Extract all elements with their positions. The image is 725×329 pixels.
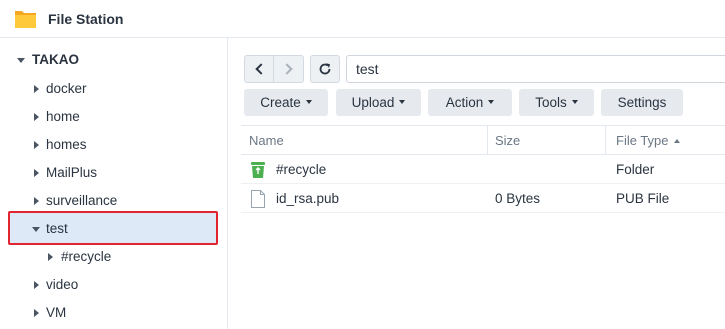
tree-item-test[interactable]: test	[0, 215, 228, 243]
sort-ascending-icon	[673, 138, 680, 143]
tree-item-label: homes	[46, 137, 87, 152]
tree-root-label: TAKAO	[32, 52, 79, 67]
file-station-icon	[15, 11, 36, 28]
refresh-button[interactable]	[310, 55, 340, 83]
expand-arrow-icon[interactable]	[16, 46, 26, 74]
action-button[interactable]: Action	[428, 89, 512, 116]
tree-item-label: home	[46, 109, 80, 124]
file-name: id_rsa.pub	[276, 191, 340, 206]
tree-item-vm[interactable]: VM	[0, 299, 228, 327]
collapse-arrow-icon[interactable]	[31, 103, 41, 131]
collapse-arrow-icon[interactable]	[45, 243, 55, 271]
tree-item-mailplus[interactable]: MailPlus	[0, 159, 228, 187]
back-button[interactable]	[244, 55, 274, 83]
caret-down-icon	[488, 100, 495, 105]
tree-item-label: test	[46, 221, 68, 236]
column-file-type[interactable]: File Type	[608, 126, 725, 155]
create-button-label: Create	[260, 95, 301, 110]
file-type: PUB File	[616, 191, 670, 206]
upload-button[interactable]: Upload	[336, 89, 421, 116]
tree-item-home[interactable]: home	[0, 103, 228, 131]
tree-item-homes[interactable]: homes	[0, 131, 228, 159]
tools-button-label: Tools	[535, 95, 567, 110]
create-button[interactable]: Create	[244, 89, 328, 116]
app-title: File Station	[48, 11, 124, 27]
upload-button-label: Upload	[351, 95, 395, 110]
folder-tree: TAKAO docker home homes MailPlus surveil…	[0, 38, 228, 329]
file-name: #recycle	[276, 162, 327, 177]
collapse-arrow-icon[interactable]	[31, 299, 41, 327]
column-file-type-label: File Type	[616, 133, 669, 148]
table-row[interactable]: #recycle Folder	[241, 155, 725, 184]
expand-arrow-icon[interactable]	[31, 215, 41, 243]
tree-item-label: MailPlus	[46, 165, 98, 180]
column-size[interactable]: Size	[487, 126, 605, 155]
column-name-label: Name	[249, 133, 284, 148]
caret-down-icon	[571, 100, 578, 105]
collapse-arrow-icon[interactable]	[31, 159, 41, 187]
column-divider[interactable]	[605, 126, 606, 155]
tools-button[interactable]: Tools	[519, 89, 594, 116]
recycle-bin-icon	[251, 162, 265, 178]
title-bar: File Station	[0, 0, 725, 38]
tree-item-video[interactable]: video	[0, 271, 228, 299]
action-button-label: Action	[445, 95, 484, 110]
tree-item-label: #recycle	[61, 249, 112, 264]
column-name[interactable]: Name	[241, 126, 487, 155]
file-list-header: Name Size File Type	[241, 125, 725, 155]
tree-item-label: VM	[46, 305, 67, 320]
tree-root[interactable]: TAKAO	[0, 46, 228, 74]
collapse-arrow-icon[interactable]	[31, 271, 41, 299]
path-input[interactable]: test	[346, 55, 725, 83]
refresh-icon	[319, 63, 331, 75]
table-row[interactable]: id_rsa.pub 0 Bytes PUB File	[241, 184, 725, 213]
collapse-arrow-icon[interactable]	[31, 131, 41, 159]
forward-button[interactable]	[274, 55, 304, 83]
column-size-label: Size	[495, 133, 521, 148]
file-type: Folder	[616, 162, 655, 177]
settings-button[interactable]: Settings	[601, 89, 683, 116]
chevron-left-icon	[254, 63, 267, 75]
tree-item-docker[interactable]: docker	[0, 75, 228, 103]
file-icon	[251, 190, 265, 208]
collapse-arrow-icon[interactable]	[31, 75, 41, 103]
tree-item-recycle[interactable]: #recycle	[0, 243, 228, 271]
caret-down-icon	[305, 100, 312, 105]
tree-item-label: video	[46, 277, 79, 292]
settings-button-label: Settings	[617, 95, 667, 110]
file-size: 0 Bytes	[495, 191, 541, 206]
main-pane: test Create Upload Action Tools Settings…	[229, 38, 725, 329]
tree-item-label: docker	[46, 81, 87, 96]
chevron-right-icon	[281, 63, 293, 75]
caret-down-icon	[399, 100, 406, 105]
